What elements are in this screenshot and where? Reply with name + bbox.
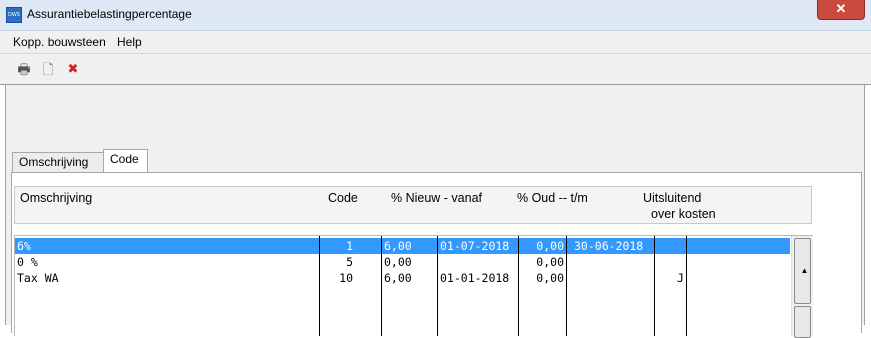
header-code[interactable]: Code [328,191,358,205]
scroll-thumb[interactable] [794,306,811,338]
cell-tm [574,254,656,270]
cell-code: 5 [346,255,353,269]
cell-code: 10 [339,271,353,285]
cell-code: 1 [346,239,353,253]
arrow-up-icon: ▲ [800,266,809,275]
tab-panel: Omschrijving Code % Nieuw - vanaf % Oud … [11,172,862,338]
column-divider [381,236,382,336]
table-header: Omschrijving Code % Nieuw - vanaf % Oud … [14,186,812,224]
column-divider [654,236,655,336]
header-uitsluitend[interactable]: Uitsluitend [643,191,701,205]
title-bar: DWS Assurantiebelastingpercentage ✕ [0,0,871,31]
column-divider [319,236,320,336]
cell-omschrijving: Tax WA [17,271,59,285]
column-divider [686,236,687,336]
cell-nieuw: 6,00 [384,271,412,285]
cell-vanaf [440,254,517,270]
menu-bar: Kopp. bouwsteen Help [0,31,871,54]
header-over-kosten: over kosten [651,207,716,221]
cell-omschrijving: 6% [17,239,31,253]
data-grid: 6% 1 6,00 01-07-2018 0,00 30-06-2018 0 %… [14,235,813,338]
tab-code[interactable]: Code [103,149,148,172]
column-divider [437,236,438,336]
cell-oud: 0,00 [536,271,564,285]
cell-vanaf: 01-07-2018 [440,239,510,253]
cell-oud: 0,00 [536,239,564,253]
scroll-up-button[interactable]: ▲ [794,238,811,304]
cell-tm: 30-06-2018 [574,239,644,253]
table-row[interactable]: 0 % 5 0,00 0,00 [15,254,790,270]
cell-uitsluitend: J [677,271,684,285]
new-document-icon[interactable]: 🗋 [39,60,57,78]
window-title: Assurantiebelastingpercentage [27,7,192,21]
cell-nieuw: 6,00 [384,239,412,253]
tab-omschrijving[interactable]: Omschrijving [12,152,104,172]
table-row[interactable]: 6% 1 6,00 01-07-2018 0,00 30-06-2018 [15,238,790,254]
header-omschrijving[interactable]: Omschrijving [20,191,92,205]
cell-uitsluitend [665,238,685,254]
cell-vanaf: 01-01-2018 [440,271,510,285]
vertical-scrollbar[interactable]: ▲ [791,236,813,338]
column-divider [518,236,519,336]
menu-help[interactable]: Help [117,35,142,49]
table-row[interactable]: Tax WA 10 6,00 01-01-2018 0,00 J [15,270,790,286]
content-area: Omschrijving Code Omschrijving Code % Ni… [5,85,865,338]
toolbar: 🖶 🗋 ✖ [0,54,871,85]
cell-nieuw: 0,00 [384,255,412,269]
header-nieuw-vanaf[interactable]: % Nieuw - vanaf [391,191,482,205]
cell-uitsluitend [665,254,685,270]
cell-tm [574,270,656,286]
printer-icon[interactable]: 🖶 [15,60,33,78]
column-divider [566,236,567,336]
close-button[interactable]: ✕ [817,0,865,20]
delete-icon[interactable]: ✖ [64,60,82,78]
menu-kopp-bouwsteen[interactable]: Kopp. bouwsteen [13,35,106,49]
cell-oud: 0,00 [536,255,564,269]
cell-omschrijving: 0 % [17,255,38,269]
app-icon: DWS [6,7,22,23]
header-oud-tm[interactable]: % Oud -- t/m [517,191,588,205]
